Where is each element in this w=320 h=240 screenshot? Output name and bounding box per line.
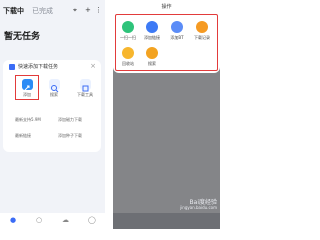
highlight-box (15, 75, 39, 100)
search-button[interactable]: 搜索 (44, 79, 64, 98)
search-icon (48, 79, 60, 93)
magnet-link-text[interactable]: 添加磁力下载 (58, 117, 82, 123)
screenshot: 下载中 已完成 ⌖ + ⋮ 暂无任务 快速添加下载任务 × 添加 搜索 下载工具… (0, 0, 220, 229)
torrent-link-text[interactable]: 添加种子下载 (58, 133, 82, 139)
search-op-label: 搜索 (148, 61, 156, 66)
download-record-label: 下载记录 (194, 35, 210, 40)
bottom-nav-dimmed (113, 213, 220, 229)
watermark: Bai度经验 jingyan.baidu.com (180, 199, 217, 211)
downloads-screen: 下载中 已完成 ⌖ + ⋮ 暂无任务 快速添加下载任务 × 添加 搜索 下载工具… (0, 0, 105, 229)
download-icon (9, 64, 15, 70)
download-tools-button[interactable]: 下载工具 (73, 79, 97, 98)
plus-icon[interactable]: + (85, 6, 91, 14)
search-icon (146, 47, 158, 59)
sheet-title: 操作 (161, 4, 172, 10)
search-op-button[interactable]: 搜索 (139, 47, 165, 67)
scan-label: 一扫一扫 (120, 35, 136, 40)
bottom-nav: ● ○ ☁ ◯ (0, 213, 105, 229)
download-record-button[interactable]: 下载记录 (189, 21, 215, 41)
tools-icon (79, 79, 91, 92)
record-icon (196, 21, 208, 33)
bt-icon (171, 21, 183, 33)
empty-state-title: 暂无任务 (4, 32, 41, 42)
more-icon[interactable]: ⋮ (95, 6, 102, 14)
info-text-2: 最新链接 (15, 133, 31, 138)
user-icon[interactable]: ◯ (88, 216, 96, 224)
pin-icon[interactable]: ⌖ (73, 6, 77, 15)
home-icon[interactable]: ● (10, 216, 16, 224)
quick-add-card: 快速添加下载任务 × 添加 搜索 下载工具 最新支持5.9M 添加磁力下载 最新… (3, 60, 101, 152)
operations-screen: 操作 一扫一扫 添加链接 添加BT 下载记录 回收站 搜索 Bai度经验 jin… (113, 0, 220, 229)
add-link-button[interactable]: 添加链接 (139, 21, 165, 41)
cloud-icon[interactable]: ☁ (62, 216, 69, 224)
scan-button[interactable]: 一扫一扫 (115, 21, 141, 41)
add-link-label: 添加链接 (144, 35, 160, 40)
close-icon[interactable]: × (90, 62, 96, 70)
add-bt-label: 添加BT (170, 35, 184, 40)
watermark-url: jingyan.baidu.com (180, 205, 217, 211)
search-icon[interactable]: ○ (36, 216, 42, 224)
tab-completed[interactable]: 已完成 (32, 6, 53, 16)
recycle-bin-label: 回收站 (122, 61, 134, 66)
link-icon (146, 21, 158, 33)
add-bt-button[interactable]: 添加BT (164, 21, 190, 41)
info-text-1: 最新支持5.9M (15, 117, 41, 122)
trash-icon (122, 47, 134, 59)
operations-sheet: 操作 一扫一扫 添加链接 添加BT 下载记录 回收站 搜索 (113, 0, 220, 73)
quick-add-title: 快速添加下载任务 (18, 64, 59, 70)
scan-icon (122, 21, 134, 33)
tab-downloading[interactable]: 下载中 (3, 6, 24, 16)
recycle-bin-button[interactable]: 回收站 (115, 47, 141, 67)
